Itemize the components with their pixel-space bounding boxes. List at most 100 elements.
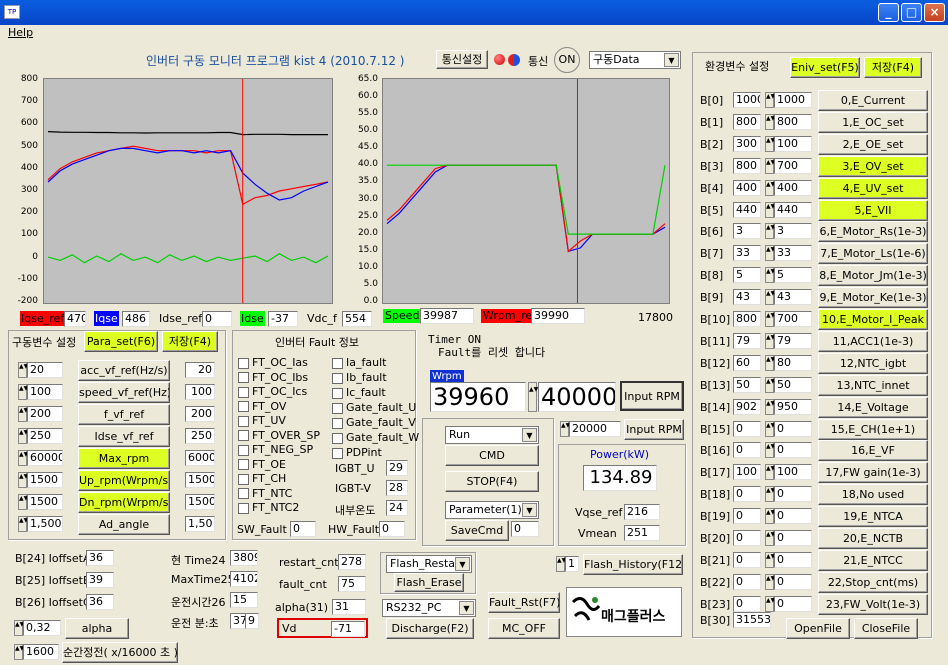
- env-input[interactable]: 33: [774, 245, 812, 262]
- dp-spinner[interactable]: ▲▼: [18, 362, 28, 378]
- savecmd-value[interactable]: 0: [511, 521, 539, 537]
- fault-checkbox[interactable]: FT_NTC2: [238, 501, 299, 514]
- dp-spinner[interactable]: ▲▼: [18, 384, 28, 400]
- checkbox-box[interactable]: [332, 402, 343, 414]
- env-spinner[interactable]: ▲▼: [765, 530, 775, 546]
- dp-input[interactable]: 100: [27, 384, 63, 400]
- env-button[interactable]: 20,E_NCTB: [818, 528, 928, 549]
- checkbox-box[interactable]: [238, 372, 249, 383]
- fault-rst-button[interactable]: Fault_Rst(F7): [488, 592, 560, 613]
- env-input[interactable]: 700: [774, 157, 812, 174]
- maximize-button[interactable]: □: [901, 3, 922, 22]
- dp-input[interactable]: 20: [27, 362, 63, 378]
- env-spinner[interactable]: ▲▼: [765, 573, 775, 590]
- env-button[interactable]: 13,NTC_innet: [818, 374, 928, 396]
- env-button[interactable]: 16,E_VF: [818, 440, 928, 462]
- input-rpm2-button[interactable]: Input RPM: [624, 419, 684, 440]
- dp-input[interactable]: 1500: [27, 494, 63, 510]
- env-spinner[interactable]: ▲▼: [765, 113, 775, 130]
- flash-hist-spinner[interactable]: ▲▼: [556, 556, 566, 572]
- dp-button[interactable]: Up_rpm(Wrpm/s): [78, 470, 170, 491]
- env-save-button[interactable]: 저장(F4): [864, 57, 922, 78]
- fault-checkbox[interactable]: FT_OC_Ias: [238, 356, 308, 369]
- env-spinner[interactable]: ▲▼: [765, 420, 775, 437]
- env-spinner[interactable]: ▲▼: [765, 551, 775, 568]
- rpm2-spinner[interactable]: ▲▼: [560, 421, 570, 437]
- dp-spinner[interactable]: ▲▼: [18, 516, 28, 532]
- env-spinner[interactable]: ▲▼: [765, 245, 775, 262]
- dp-input[interactable]: 200: [27, 406, 63, 422]
- env-input[interactable]: 79: [774, 332, 812, 349]
- rpm2-input[interactable]: 20000: [569, 421, 621, 437]
- checkbox-box[interactable]: [332, 372, 343, 384]
- flash-hist-input[interactable]: 1: [565, 556, 579, 572]
- fault-checkbox[interactable]: FT_OC_Ibs: [238, 371, 308, 384]
- env-spinner[interactable]: ▲▼: [765, 223, 775, 240]
- alpha-input[interactable]: 0,32: [23, 620, 61, 636]
- env-set-button[interactable]: Eniv_set(F5): [790, 57, 860, 78]
- fault-checkbox[interactable]: Gate_fault_W: [332, 431, 419, 444]
- dp-button[interactable]: acc_vf_ref(Hz/s): [78, 360, 170, 381]
- mc-off-button[interactable]: MC_OFF: [488, 618, 560, 639]
- closefile-button[interactable]: CloseFile: [854, 618, 918, 639]
- env-button[interactable]: 22,Stop_cnt(ms): [818, 571, 928, 593]
- env-input[interactable]: 800: [774, 113, 812, 130]
- fault-checkbox[interactable]: FT_OE: [238, 458, 286, 471]
- dp-button[interactable]: Idse_vf_ref: [78, 426, 170, 447]
- openfile-button[interactable]: OpenFile: [786, 618, 850, 639]
- env-button[interactable]: 3,E_OV_set: [818, 155, 928, 177]
- checkbox-box[interactable]: [332, 432, 343, 444]
- para-set-button[interactable]: Para_set(F6): [84, 331, 158, 352]
- env-spinner[interactable]: ▲▼: [765, 289, 775, 306]
- dp-button[interactable]: Ad_angle: [78, 514, 170, 535]
- minimize-button[interactable]: _: [878, 3, 899, 22]
- checkbox-box[interactable]: [332, 387, 343, 399]
- env-input[interactable]: 5: [774, 267, 812, 284]
- env-input[interactable]: 0: [774, 442, 812, 459]
- checkbox-box[interactable]: [238, 459, 249, 470]
- env-spinner[interactable]: ▲▼: [765, 135, 775, 152]
- fault-checkbox[interactable]: FT_NEG_SP: [238, 443, 313, 456]
- fault-checkbox[interactable]: FT_NTC: [238, 487, 292, 500]
- env-input[interactable]: 0: [774, 573, 812, 590]
- on-toggle[interactable]: ON: [554, 47, 580, 73]
- env-button[interactable]: 1,E_OC_set: [818, 111, 928, 133]
- env-button[interactable]: 4,E_UV_set: [818, 177, 928, 199]
- menu-help[interactable]: Help: [8, 26, 33, 39]
- env-button[interactable]: 19,E_NTCA: [818, 506, 928, 528]
- env-button[interactable]: 12,NTC_igbt: [818, 352, 928, 374]
- env-spinner[interactable]: ▲▼: [765, 464, 775, 481]
- env-spinner[interactable]: ▲▼: [765, 595, 775, 612]
- checkbox-box[interactable]: [238, 386, 249, 398]
- alpha-button[interactable]: alpha: [65, 618, 129, 639]
- env-input[interactable]: 0: [774, 595, 812, 612]
- env-spinner[interactable]: ▲▼: [765, 311, 775, 327]
- env-input[interactable]: 700: [774, 311, 812, 327]
- fault-checkbox[interactable]: Ic_fault: [332, 386, 386, 399]
- dp-spinner[interactable]: ▲▼: [18, 494, 28, 510]
- checkbox-box[interactable]: [332, 447, 343, 459]
- checkbox-box[interactable]: [238, 401, 249, 412]
- env-button[interactable]: 17,FW gain(1e-3): [818, 462, 928, 484]
- flash-select[interactable]: Flash_Restart ▼: [386, 555, 472, 573]
- dp-button[interactable]: speed_vf_ref(Hz): [78, 382, 170, 403]
- cmd-button[interactable]: CMD: [445, 445, 539, 466]
- flash-history-button[interactable]: Flash_History(F12): [583, 554, 683, 575]
- env-spinner[interactable]: ▲▼: [765, 201, 775, 218]
- env-button[interactable]: 10,E_Motor_I_Peak: [818, 309, 928, 330]
- env-spinner[interactable]: ▲▼: [765, 267, 775, 284]
- dp-input[interactable]: 1500: [27, 472, 63, 488]
- env-button[interactable]: 8,E_Motor_Jm(1e-3): [818, 265, 928, 287]
- env-spinner[interactable]: ▲▼: [765, 442, 775, 459]
- close-button[interactable]: ×: [924, 3, 945, 22]
- checkbox-box[interactable]: [332, 417, 343, 429]
- env-button[interactable]: 7,E_Motor_Ls(1e-6): [818, 243, 928, 265]
- env-input[interactable]: 0: [774, 530, 812, 546]
- env-button[interactable]: 5,E_VII: [818, 199, 928, 221]
- fault-checkbox[interactable]: Ib_fault: [332, 371, 387, 384]
- env-spinner[interactable]: ▲▼: [765, 157, 775, 174]
- env-input[interactable]: 0: [774, 508, 812, 525]
- env-input[interactable]: 43: [774, 289, 812, 306]
- env-spinner[interactable]: ▲▼: [765, 398, 775, 415]
- fault-checkbox[interactable]: Gate_fault_V: [332, 416, 416, 429]
